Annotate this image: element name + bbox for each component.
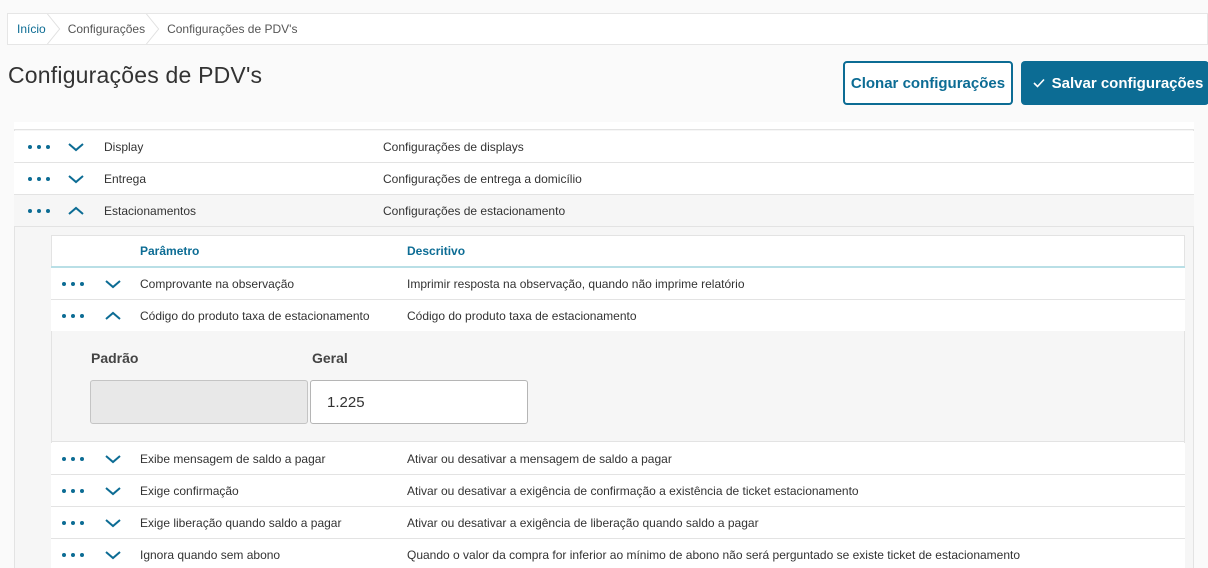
breadcrumb-label: Configurações de PDV's bbox=[167, 22, 298, 36]
parameter-table-header: Parâmetro Descritivo bbox=[51, 235, 1185, 268]
parameter-description: Ativar ou desativar a exigência de confi… bbox=[407, 483, 859, 498]
group-row-estacionamentos[interactable]: Estacionamentos Configurações de estacio… bbox=[14, 195, 1194, 227]
more-options-icon[interactable] bbox=[62, 518, 84, 528]
parameter-row-expanded[interactable]: Código do produto taxa de estacionamento… bbox=[51, 300, 1185, 332]
group-name: Entrega bbox=[104, 171, 147, 186]
breadcrumb-label: Configurações bbox=[67, 22, 146, 36]
parameter-name: Exibe mensagem de saldo a pagar bbox=[140, 451, 326, 466]
chevron-down-icon[interactable] bbox=[104, 549, 122, 561]
table-top-edge bbox=[14, 122, 1194, 130]
breadcrumb-separator-icon bbox=[146, 14, 160, 44]
parameter-row[interactable]: Exige confirmação Ativar ou desativar a … bbox=[51, 475, 1185, 507]
parameter-description: Imprimir resposta na observação, quando … bbox=[407, 276, 745, 291]
parameter-description: Ativar ou desativar a mensagem de saldo … bbox=[407, 451, 672, 466]
parameter-description: Ativar ou desativar a exigência de liber… bbox=[407, 515, 759, 530]
group-row-entrega[interactable]: Entrega Configurações de entrega a domic… bbox=[14, 163, 1194, 195]
group-description: Configurações de estacionamento bbox=[383, 203, 566, 218]
group-name: Estacionamentos bbox=[104, 203, 197, 218]
group-name: Display bbox=[104, 139, 144, 154]
general-value-input[interactable]: 1.225 bbox=[310, 380, 528, 424]
breadcrumb-label: Início bbox=[17, 22, 46, 36]
breadcrumb-separator-icon bbox=[46, 14, 60, 44]
more-options-icon[interactable] bbox=[62, 550, 84, 560]
parameter-row[interactable]: Exibe mensagem de saldo a pagar Ativar o… bbox=[51, 443, 1185, 475]
breadcrumb-item-inicio[interactable]: Início bbox=[8, 14, 60, 44]
clone-button-label: Clonar configurações bbox=[850, 74, 1006, 92]
chevron-up-icon[interactable] bbox=[104, 310, 122, 322]
default-value-label: Padrão bbox=[91, 350, 139, 366]
save-configurations-button[interactable]: Salvar configurações bbox=[1021, 61, 1208, 105]
default-value-field bbox=[90, 380, 308, 424]
chevron-up-icon[interactable] bbox=[67, 205, 85, 217]
chevron-down-icon[interactable] bbox=[104, 278, 122, 290]
group-description: Configurações de displays bbox=[383, 139, 524, 154]
breadcrumb-item-current: Configurações de PDV's bbox=[153, 14, 305, 44]
more-options-icon[interactable] bbox=[62, 311, 84, 321]
more-options-icon[interactable] bbox=[28, 206, 50, 216]
group-row-display[interactable]: Display Configurações de displays bbox=[14, 131, 1194, 163]
chevron-down-icon[interactable] bbox=[67, 173, 85, 185]
check-icon bbox=[1033, 78, 1045, 88]
column-header-parameter[interactable]: Parâmetro bbox=[140, 244, 199, 258]
parameter-name: Comprovante na observação bbox=[140, 276, 295, 291]
breadcrumb: Início Configurações Configurações de PD… bbox=[7, 13, 1208, 45]
parameter-name: Ignora quando sem abono bbox=[140, 547, 281, 562]
group-description: Configurações de entrega a domicílio bbox=[383, 171, 582, 186]
parameter-name: Exige confirmação bbox=[140, 483, 239, 498]
parameter-name: Código do produto taxa de estacionamento bbox=[140, 308, 370, 323]
page-title: Configurações de PDV's bbox=[8, 62, 263, 88]
more-options-icon[interactable] bbox=[62, 486, 84, 496]
parameter-row[interactable]: Exige liberação quando saldo a pagar Ati… bbox=[51, 507, 1185, 539]
breadcrumb-item-configuracoes[interactable]: Configurações bbox=[54, 14, 160, 44]
more-options-icon[interactable] bbox=[62, 454, 84, 464]
column-header-description[interactable]: Descritivo bbox=[407, 244, 465, 258]
general-value-label: Geral bbox=[312, 350, 348, 366]
parameter-detail-panel: Padrão Geral 1.225 bbox=[51, 331, 1185, 442]
parameter-row[interactable]: Ignora quando sem abono Quando o valor d… bbox=[51, 539, 1185, 568]
clone-configurations-button[interactable]: Clonar configurações bbox=[843, 61, 1013, 105]
chevron-down-icon[interactable] bbox=[104, 517, 122, 529]
more-options-icon[interactable] bbox=[28, 174, 50, 184]
parameter-name: Exige liberação quando saldo a pagar bbox=[140, 515, 342, 530]
chevron-down-icon[interactable] bbox=[104, 485, 122, 497]
save-button-label: Salvar configurações bbox=[1051, 74, 1204, 92]
parameter-description: Código do produto taxa de estacionamento bbox=[407, 308, 637, 323]
parameter-description: Quando o valor da compra for inferior ao… bbox=[407, 547, 1021, 562]
chevron-down-icon[interactable] bbox=[67, 141, 85, 153]
parameter-row[interactable]: Comprovante na observação Imprimir respo… bbox=[51, 268, 1185, 300]
more-options-icon[interactable] bbox=[62, 279, 84, 289]
chevron-down-icon[interactable] bbox=[104, 453, 122, 465]
more-options-icon[interactable] bbox=[28, 142, 50, 152]
